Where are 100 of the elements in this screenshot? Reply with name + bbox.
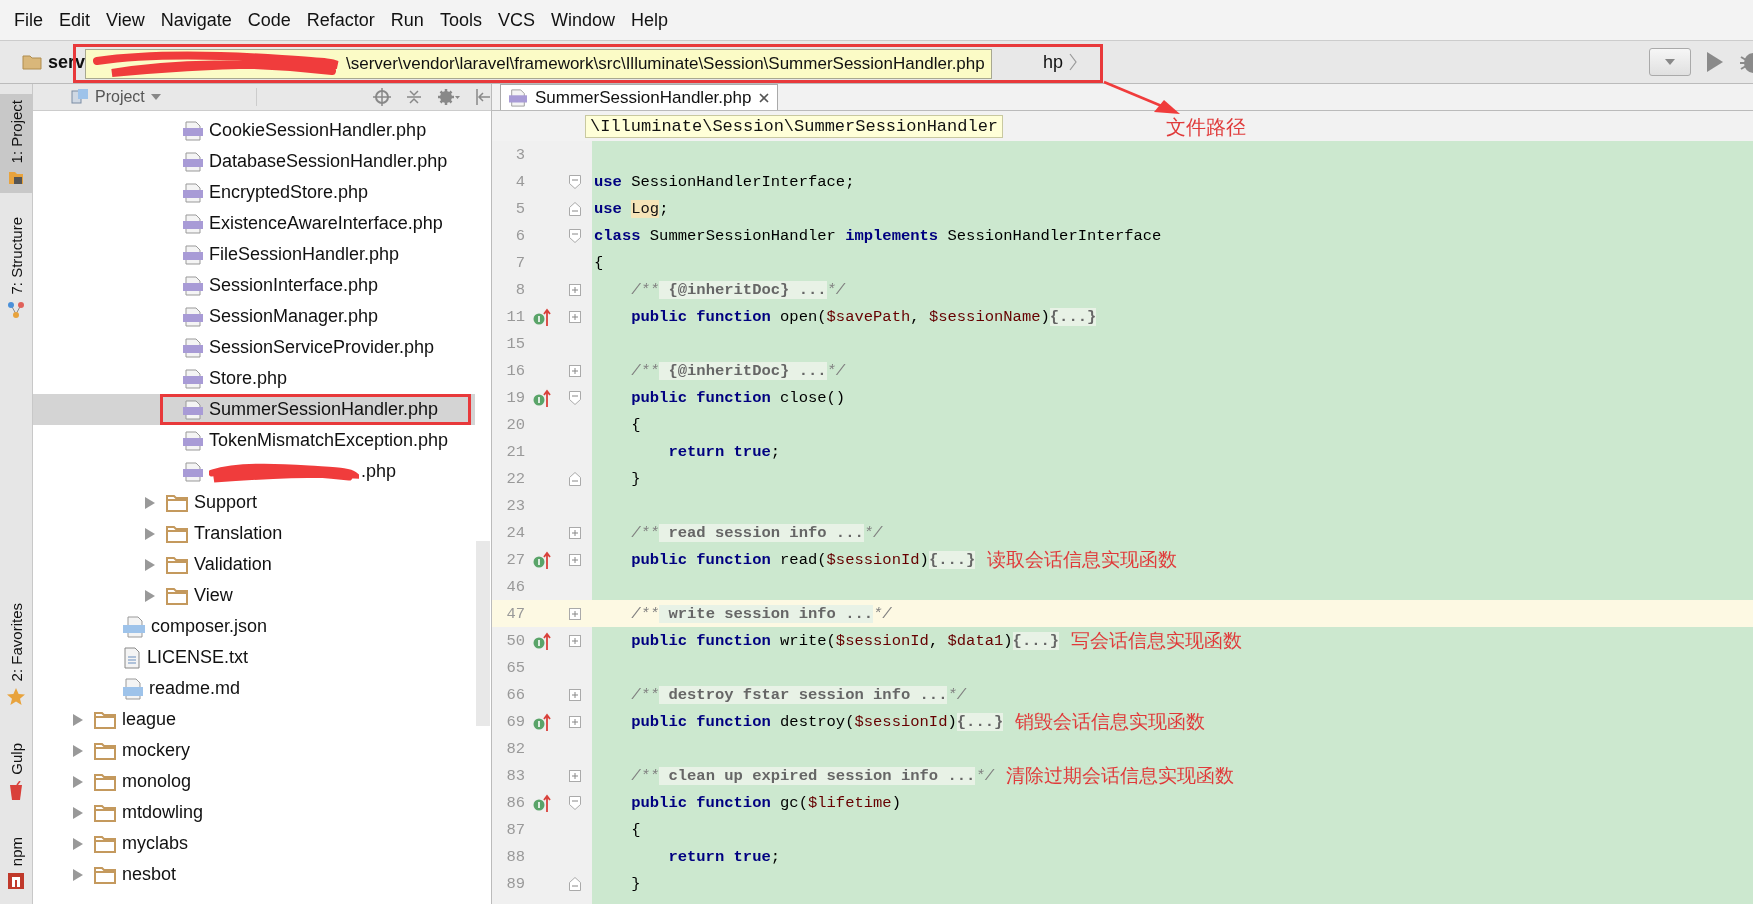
expand-arrow-icon[interactable] xyxy=(144,557,156,572)
implements-marker-icon[interactable] xyxy=(533,711,553,732)
tree-item[interactable]: DatabaseSessionHandler.php xyxy=(33,146,475,177)
scrollbar[interactable] xyxy=(476,541,490,726)
tool-window-tab[interactable]: npm xyxy=(0,830,32,896)
tree-item[interactable]: TokenMismatchException.php xyxy=(33,425,475,456)
tree-item[interactable]: View xyxy=(33,580,475,611)
expand-arrow-icon[interactable] xyxy=(72,867,84,882)
tree-item[interactable]: Translation xyxy=(33,518,475,549)
tree-item[interactable]: league xyxy=(33,704,475,735)
expand-fold-icon[interactable] xyxy=(569,553,581,566)
menu-item[interactable]: File xyxy=(6,9,51,31)
tree-item[interactable]: EncryptedStore.php xyxy=(33,177,475,208)
line-number: 4 xyxy=(514,172,525,191)
code-line: public function open($savePath, $sessionName){...} xyxy=(630,307,1097,326)
collapse-fold-icon[interactable] xyxy=(569,201,581,216)
expand-arrow-icon[interactable] xyxy=(72,743,84,758)
code-line: /** destroy fstar session info ...*/ xyxy=(630,685,967,704)
tree-item[interactable]: SessionInterface.php xyxy=(33,270,475,301)
implements-marker-icon[interactable] xyxy=(533,387,553,408)
tree-item[interactable]: Support xyxy=(33,487,475,518)
tool-window-tab[interactable]: 2: Favorites xyxy=(0,596,32,714)
dropdown-button[interactable] xyxy=(1649,48,1691,76)
tree-item[interactable]: SessionServiceProvider.php xyxy=(33,332,475,363)
collapse-all-icon[interactable] xyxy=(405,88,423,106)
folder-icon xyxy=(166,493,188,512)
collapse-fold-icon[interactable] xyxy=(569,876,581,891)
expand-arrow-icon[interactable] xyxy=(144,526,156,541)
tree-item[interactable]: composer.json xyxy=(33,611,475,642)
tool-window-tab[interactable]: 1: Project xyxy=(0,94,32,194)
tree-item[interactable]: mtdowling xyxy=(33,797,475,828)
expand-arrow-icon[interactable] xyxy=(72,836,84,851)
expand-fold-icon[interactable] xyxy=(569,310,581,323)
expand-fold-icon[interactable] xyxy=(569,634,581,647)
close-icon[interactable] xyxy=(759,92,770,103)
menu-item[interactable]: VCS xyxy=(489,9,543,31)
expand-arrow-icon[interactable] xyxy=(72,712,84,727)
expand-fold-icon[interactable] xyxy=(569,715,581,728)
tree-item[interactable]: LICENSE.txt xyxy=(33,642,475,673)
tree-item[interactable]: SummerSessionHandler.php xyxy=(33,394,475,425)
tree-item[interactable]: SessionManager.php xyxy=(33,301,475,332)
expand-fold-icon[interactable] xyxy=(569,607,581,620)
expand-arrow-icon[interactable] xyxy=(72,805,84,820)
tree-item[interactable]: CookieSessionHandler.php xyxy=(33,115,475,146)
collapse-fold-icon[interactable] xyxy=(569,174,581,189)
tree-item[interactable]: FileSessionHandler.php xyxy=(33,239,475,270)
implements-marker-icon[interactable] xyxy=(533,306,553,327)
expand-fold-icon[interactable] xyxy=(569,364,581,377)
code-line: return true; xyxy=(667,442,781,461)
folder-icon xyxy=(94,710,116,729)
tree-item[interactable]: readme.md xyxy=(33,673,475,704)
menu-item[interactable]: Edit xyxy=(51,9,99,31)
code-line: public function close() xyxy=(630,388,846,407)
expand-arrow-icon[interactable] xyxy=(144,495,156,510)
implements-marker-icon[interactable] xyxy=(533,549,553,570)
tree-item[interactable]: .php xyxy=(33,456,475,487)
php-file-icon xyxy=(183,461,203,482)
implements-marker-icon[interactable] xyxy=(533,630,553,651)
expand-fold-icon[interactable] xyxy=(569,526,581,539)
line-number: 20 xyxy=(505,415,525,434)
tree-item[interactable]: ExistenceAwareInterface.php xyxy=(33,208,475,239)
tree-item[interactable]: nesbot xyxy=(33,859,475,890)
code-line: public function gc($lifetime) xyxy=(630,793,901,812)
tree-item[interactable]: monolog xyxy=(33,766,475,797)
line-number: 5 xyxy=(514,199,525,218)
menu-item[interactable]: Window xyxy=(542,9,623,31)
menu-item[interactable]: View xyxy=(98,9,153,31)
run-icon[interactable] xyxy=(1705,50,1725,74)
tree-item[interactable]: mockery xyxy=(33,735,475,766)
tool-window-tab[interactable]: 7: Structure xyxy=(0,211,32,325)
hide-panel-icon[interactable] xyxy=(475,88,491,106)
breadcrumb-item[interactable]: hp xyxy=(1043,51,1064,73)
expand-arrow-icon[interactable] xyxy=(72,774,84,789)
php-file-icon xyxy=(183,275,203,296)
menu-item[interactable]: Code xyxy=(239,9,299,31)
collapse-fold-icon[interactable] xyxy=(569,471,581,486)
collapse-fold-icon[interactable] xyxy=(569,228,581,243)
menu-item[interactable]: Navigate xyxy=(152,9,240,31)
editor-tab[interactable]: SummerSessionHandler.php xyxy=(500,84,779,110)
tool-window-tab[interactable]: Gulp xyxy=(0,737,32,807)
menu-item[interactable]: Run xyxy=(382,9,432,31)
collapse-fold-icon[interactable] xyxy=(569,795,581,810)
php-file-icon xyxy=(183,337,203,358)
locate-icon[interactable] xyxy=(373,88,391,106)
implements-marker-icon[interactable] xyxy=(533,792,553,813)
settings-icon[interactable] xyxy=(437,88,461,106)
expand-arrow-icon[interactable] xyxy=(144,588,156,603)
menu-item[interactable]: Help xyxy=(622,9,676,31)
window-icon xyxy=(71,89,89,105)
tree-item[interactable]: Store.php xyxy=(33,363,475,394)
expand-fold-icon[interactable] xyxy=(569,283,581,296)
code-line: } xyxy=(630,874,641,893)
tree-item[interactable]: Validation xyxy=(33,549,475,580)
tooltip-text: \server\vendor\laravel\framework\src\Illuminate\Session\SummerSessionHandler.php xyxy=(346,53,985,74)
tree-item[interactable]: myclabs xyxy=(33,828,475,859)
menu-item[interactable]: Tools xyxy=(431,9,490,31)
expand-fold-icon[interactable] xyxy=(569,688,581,701)
expand-fold-icon[interactable] xyxy=(569,769,581,782)
menu-item[interactable]: Refactor xyxy=(298,9,383,31)
collapse-fold-icon[interactable] xyxy=(569,390,581,405)
